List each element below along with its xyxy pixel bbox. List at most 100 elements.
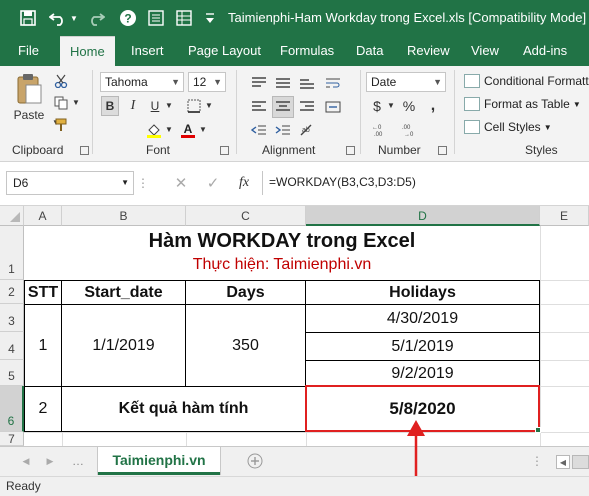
header-start-date[interactable]: Start_date <box>62 281 185 304</box>
cell-stt-1[interactable]: 1 <box>25 305 61 386</box>
tab-add-ins[interactable]: Add-ins <box>523 36 567 66</box>
clipboard-launcher-icon[interactable] <box>80 146 89 155</box>
hscroll-left-icon[interactable]: ◀ <box>556 455 570 469</box>
number-format-combo[interactable]: Date ▼ <box>366 72 446 92</box>
cell-holiday-1[interactable]: 4/30/2019 <box>306 305 539 332</box>
number-launcher-icon[interactable] <box>438 146 447 155</box>
insert-function-button[interactable]: fx <box>234 174 254 192</box>
column-header-d[interactable]: D <box>306 206 540 226</box>
tab-formulas[interactable]: Formulas <box>280 36 334 66</box>
add-sheet-icon[interactable] <box>246 452 264 470</box>
orientation-icon[interactable]: ab <box>296 120 318 140</box>
formula-input[interactable]: =WORKDAY(B3,C3,D3:D5) <box>262 171 588 195</box>
decrease-indent-icon[interactable] <box>248 120 270 140</box>
row-header-7[interactable]: 7 <box>0 432 24 446</box>
cell-holiday-2[interactable]: 5/1/2019 <box>306 333 539 360</box>
more-sheets-icon[interactable]: … <box>72 454 84 468</box>
paste-icon[interactable] <box>8 72 50 106</box>
currency-button[interactable]: $ <box>368 96 386 116</box>
splitter-icon[interactable]: ⋮ <box>531 454 543 468</box>
sheet-title[interactable]: Hàm WORKDAY trong Excel <box>24 228 540 254</box>
bold-button[interactable]: B <box>101 96 119 116</box>
tab-view[interactable]: View <box>471 36 499 66</box>
percent-button[interactable]: % <box>400 96 418 116</box>
column-header-a[interactable]: A <box>24 206 62 226</box>
header-holidays[interactable]: Holidays <box>306 281 539 304</box>
underline-button[interactable]: U <box>146 96 164 116</box>
row-header-5[interactable]: 5 <box>0 360 24 386</box>
cell-result-label[interactable]: Kết quả hàm tính <box>62 387 305 431</box>
horizontal-scrollbar[interactable] <box>572 455 589 469</box>
align-center-icon[interactable] <box>272 96 294 118</box>
increase-decimal-icon[interactable]: ←0.00 <box>370 120 394 140</box>
row-header-6[interactable]: 6 <box>0 386 24 432</box>
redo-icon[interactable] <box>86 8 106 28</box>
scroll-right-icon[interactable]: ▶ <box>44 454 56 468</box>
currency-dropdown-icon[interactable]: ▼ <box>386 98 396 112</box>
cancel-formula-icon[interactable]: ✕ <box>172 174 190 192</box>
align-top-icon[interactable] <box>248 72 270 94</box>
table-icon[interactable] <box>174 8 194 28</box>
underline-dropdown-icon[interactable]: ▼ <box>164 98 174 112</box>
row-header-3[interactable]: 3 <box>0 304 24 332</box>
cell-stt-2[interactable]: 2 <box>25 387 61 431</box>
cell-styles-button[interactable]: Cell Styles ▼ <box>464 117 552 137</box>
customize-icon[interactable] <box>200 8 220 28</box>
enter-formula-icon[interactable]: ✓ <box>204 174 222 192</box>
name-box[interactable]: D6 ▼ <box>6 171 134 195</box>
header-days[interactable]: Days <box>186 281 305 304</box>
fill-color-dropdown-icon[interactable]: ▼ <box>164 122 174 136</box>
italic-button[interactable]: I <box>124 96 142 116</box>
font-name-combo[interactable]: Tahoma ▼ <box>100 72 184 92</box>
align-left-icon[interactable] <box>248 96 270 118</box>
save-icon[interactable] <box>18 8 38 28</box>
tab-insert[interactable]: Insert <box>131 36 164 66</box>
tab-file[interactable]: File <box>18 36 39 66</box>
copy-dropdown-icon[interactable]: ▼ <box>71 96 81 108</box>
sheet-tab-taimienphi[interactable]: Taimienphi.vn <box>98 447 220 475</box>
align-right-icon[interactable] <box>296 96 318 118</box>
fill-handle[interactable] <box>535 427 541 433</box>
paste-button[interactable]: Paste <box>8 106 50 124</box>
form-icon[interactable] <box>146 8 166 28</box>
format-painter-icon[interactable] <box>52 116 70 134</box>
copy-icon[interactable] <box>52 94 70 112</box>
row-header-4[interactable]: 4 <box>0 332 24 360</box>
borders-dropdown-icon[interactable]: ▼ <box>204 98 214 112</box>
undo-dropdown-icon[interactable]: ▼ <box>68 8 80 28</box>
format-as-table-button[interactable]: Format as Table ▼ <box>464 94 581 114</box>
column-header-b[interactable]: B <box>62 206 186 226</box>
scroll-left-icon[interactable]: ◀ <box>20 454 32 468</box>
undo-icon[interactable] <box>48 8 68 28</box>
column-header-c[interactable]: C <box>186 206 306 226</box>
cell-holiday-3[interactable]: 9/2/2019 <box>306 361 539 386</box>
cut-icon[interactable] <box>52 72 70 90</box>
tab-review[interactable]: Review <box>407 36 450 66</box>
tab-data[interactable]: Data <box>356 36 383 66</box>
wrap-text-icon[interactable] <box>322 72 344 94</box>
font-color-icon[interactable]: A <box>178 120 198 140</box>
font-launcher-icon[interactable] <box>220 146 229 155</box>
align-middle-icon[interactable] <box>272 72 294 94</box>
font-color-dropdown-icon[interactable]: ▼ <box>198 122 208 136</box>
align-bottom-icon[interactable] <box>296 72 318 94</box>
decrease-decimal-icon[interactable]: .00 →0 <box>400 120 424 140</box>
header-stt[interactable]: STT <box>25 281 61 304</box>
column-header-e[interactable]: E <box>540 206 589 226</box>
comma-button[interactable]: , <box>424 96 442 116</box>
cell-start-date[interactable]: 1/1/2019 <box>62 305 185 386</box>
borders-icon[interactable] <box>184 96 204 116</box>
row-header-1[interactable]: 1 <box>0 226 24 280</box>
help-icon[interactable]: ? <box>118 8 138 28</box>
conditional-formatting-button[interactable]: Conditional Formatti <box>464 71 589 91</box>
select-all-corner[interactable] <box>0 206 24 226</box>
merge-center-icon[interactable] <box>322 96 344 118</box>
sheet-subtitle[interactable]: Thực hiện: Taimienphi.vn <box>24 254 540 276</box>
font-size-combo[interactable]: 12 ▼ <box>188 72 226 92</box>
fill-color-icon[interactable] <box>144 120 164 140</box>
increase-indent-icon[interactable] <box>272 120 294 140</box>
tab-home[interactable]: Home <box>60 36 115 66</box>
row-header-2[interactable]: 2 <box>0 280 24 304</box>
cell-days[interactable]: 350 <box>186 305 305 386</box>
tab-page-layout[interactable]: Page Layout <box>188 36 261 66</box>
